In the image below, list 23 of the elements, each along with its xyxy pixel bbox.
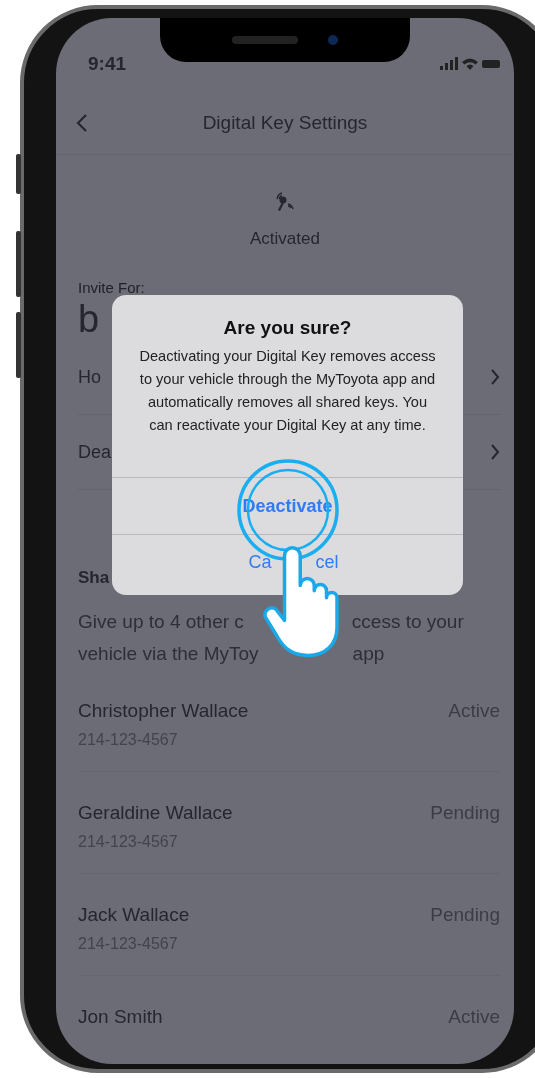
chevron-right-icon (490, 368, 500, 386)
description-text: vehicle via the MyToy (78, 642, 259, 666)
driver-name: Jon Smith (78, 1006, 163, 1028)
chevron-right-icon (490, 443, 500, 461)
vehicle-name: b (78, 298, 100, 340)
screen-title: Digital Key Settings (202, 112, 368, 134)
driver-name: Jack Wallace (78, 904, 190, 926)
description-text: Give up to 4 other c (78, 610, 244, 634)
driver-name: Christopher Wallace (78, 700, 249, 722)
description-text: ccess to your (351, 610, 464, 634)
status-icons-drawing (440, 57, 500, 71)
side-button[interactable] (16, 154, 21, 194)
invite-label: Invite For: (78, 279, 146, 296)
back-chevron-icon[interactable] (76, 113, 88, 133)
driver-name: Geraldine Wallace (78, 802, 233, 824)
side-button[interactable] (16, 312, 21, 378)
side-button[interactable] (16, 231, 21, 297)
description-text: app (352, 642, 385, 666)
dialog-message: Deactivating your Digital Key removes access to your vehicle through the MyToyota app and automatically removes all shared keys. You can reactivate your Digital Key at any time. (138, 347, 437, 435)
section-heading: Sha (78, 568, 110, 589)
dialog-title: Are you sure? (223, 317, 352, 339)
status-time: 9:41 (88, 53, 127, 75)
key-status-label: Activated (250, 229, 320, 249)
